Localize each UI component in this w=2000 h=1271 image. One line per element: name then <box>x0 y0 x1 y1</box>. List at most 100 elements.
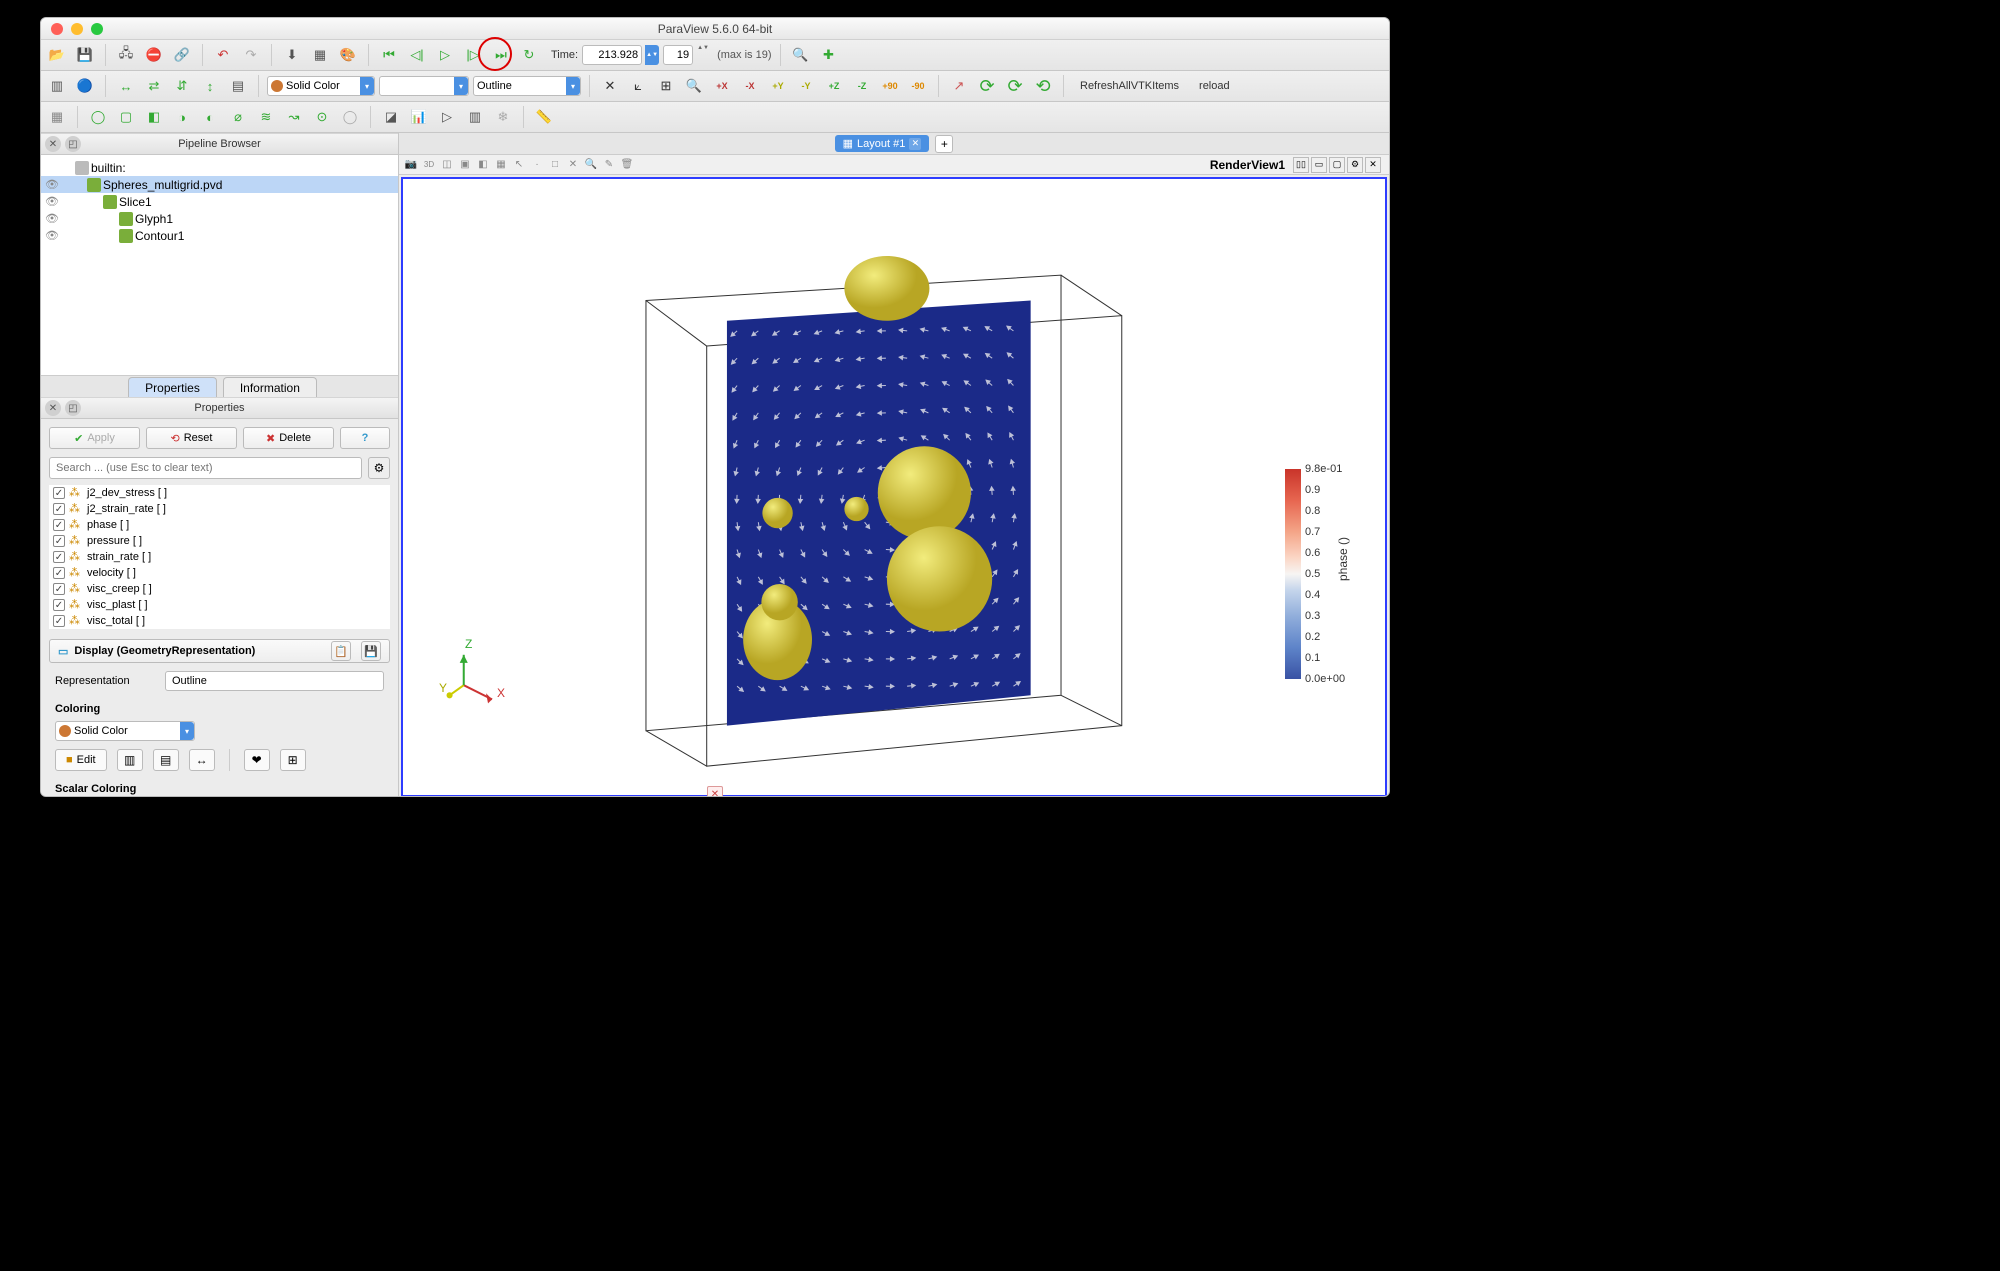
close-tab-icon[interactable]: ✕ <box>909 138 921 150</box>
tab-information[interactable]: Information <box>223 377 317 398</box>
step-back-icon[interactable]: ◁| <box>405 43 429 67</box>
auto-apply-icon[interactable]: ⬇ <box>280 43 304 67</box>
rescale-range-icon[interactable]: ↔ <box>114 74 138 98</box>
time-step-input[interactable] <box>663 45 693 65</box>
eye-icon[interactable]: 👁 <box>45 229 59 243</box>
variable-checkbox[interactable]: ✓ <box>53 599 65 611</box>
help-button[interactable]: ? <box>340 427 390 449</box>
delete-button[interactable]: ✖Delete <box>243 427 334 449</box>
split-v-icon[interactable]: ▭ <box>1311 157 1327 173</box>
coloring-select[interactable]: Solid Color ▾ <box>55 721 195 741</box>
save-state-icon[interactable]: 💾 <box>73 43 97 67</box>
variable-checkbox[interactable]: ✓ <box>53 487 65 499</box>
zoom-extents-icon[interactable]: 🔍 <box>682 74 706 98</box>
colorbar-vis-icon[interactable]: ▥ <box>45 74 69 98</box>
gear-icon[interactable]: ⚙ <box>368 457 390 479</box>
bottom-close-icon[interactable]: ✕ <box>707 786 723 797</box>
snowflake-icon[interactable]: ❄ <box>491 105 515 129</box>
variable-checkbox[interactable]: ✓ <box>53 535 65 547</box>
rescale-custom-icon[interactable]: ⇄ <box>142 74 166 98</box>
loop-icon[interactable]: ↻ <box>517 43 541 67</box>
chart-icon[interactable]: 📊 <box>407 105 431 129</box>
edit-colormap-icon[interactable]: 🔵 <box>73 74 97 98</box>
reload-ccw-icon[interactable]: ⟲ <box>1031 74 1055 98</box>
source-box-icon[interactable]: ▢ <box>114 105 138 129</box>
grid-icon[interactable]: ⊞ <box>654 74 678 98</box>
add-source-icon[interactable]: ✚ <box>817 43 841 67</box>
reload-button[interactable]: reload <box>1191 75 1238 97</box>
first-frame-icon[interactable]: ⏮ <box>377 43 401 67</box>
save-settings-icon[interactable]: 💾 <box>361 641 381 661</box>
python-icon[interactable]: ▷ <box>435 105 459 129</box>
glyph-icon[interactable]: ≋ <box>254 105 278 129</box>
hover-cells-icon[interactable]: □ <box>547 157 563 173</box>
probe-icon[interactable]: ✎ <box>601 157 617 173</box>
extract-icon[interactable]: ◯ <box>338 105 362 129</box>
pipeline-item[interactable]: 👁 Glyph1 <box>41 210 398 227</box>
eye-icon[interactable]: 👁 <box>45 178 59 192</box>
view-settings-icon[interactable]: ⚙ <box>1347 157 1363 173</box>
undo-icon[interactable]: ↶ <box>211 43 235 67</box>
clip-icon[interactable]: ◐ <box>198 105 222 129</box>
camera-link-icon[interactable]: ↗ <box>947 74 971 98</box>
camera-icon[interactable]: 📷 <box>403 157 419 173</box>
select-cells-icon[interactable]: ▣ <box>457 157 473 173</box>
link-icon[interactable]: 🔗 <box>170 43 194 67</box>
histogram-icon[interactable]: ▥ <box>463 105 487 129</box>
plus-y-button[interactable]: +Y <box>766 74 790 98</box>
render-view[interactable]: X Y Z 9.8e-010.90.80.70.60.50.40.30.20.1… <box>401 177 1387 797</box>
edit-colormap-button[interactable]: ▤ <box>153 749 179 771</box>
open-file-icon[interactable]: 📂 <box>45 43 69 67</box>
variable-checkbox[interactable]: ✓ <box>53 615 65 627</box>
variable-checkbox[interactable]: ✓ <box>53 503 65 515</box>
interactive-select-icon[interactable]: ↖ <box>511 157 527 173</box>
rotate-minus90-button[interactable]: -90 <box>906 74 930 98</box>
split-h-icon[interactable]: ▯▯ <box>1293 157 1309 173</box>
time-spinner-icon[interactable]: ▲▼ <box>645 45 659 65</box>
tab-properties[interactable]: Properties <box>128 377 217 398</box>
threshold-icon[interactable]: ◧ <box>142 105 166 129</box>
rescale-colormap-button[interactable]: ↔ <box>189 749 215 771</box>
rotate-plus90-button[interactable]: +90 <box>878 74 902 98</box>
clear-selection-icon[interactable]: ✕ <box>565 157 581 173</box>
color-by-combo[interactable]: Solid Color ▾ <box>267 76 375 96</box>
zoom-box-icon[interactable]: 🔍 <box>583 157 599 173</box>
pipeline-item[interactable]: 👁 Slice1 <box>41 193 398 210</box>
3d-icon[interactable]: 3D <box>421 157 437 173</box>
separate-colormap-button[interactable]: ❤ <box>244 749 270 771</box>
display-section-header[interactable]: ▭ Display (GeometryRepresentation) 📋 💾 <box>49 639 390 663</box>
disconnect-icon[interactable]: ⛔ <box>142 43 166 67</box>
variable-checkbox[interactable]: ✓ <box>53 519 65 531</box>
select-frustum-icon[interactable]: ◧ <box>475 157 491 173</box>
ruler-icon[interactable]: 📏 <box>532 105 556 129</box>
choose-preset-button[interactable]: ⊞ <box>280 749 306 771</box>
hover-points-icon[interactable]: · <box>529 157 545 173</box>
maximize-view-icon[interactable]: ▢ <box>1329 157 1345 173</box>
step-forward-icon[interactable]: |▷ <box>461 43 485 67</box>
show-colorbar-button[interactable]: ▥ <box>117 749 143 771</box>
add-layout-button[interactable]: + <box>935 135 953 153</box>
cross-icon[interactable]: ✕ <box>598 74 622 98</box>
slice-icon[interactable]: ⌀ <box>226 105 250 129</box>
select-points-icon[interactable]: ◫ <box>439 157 455 173</box>
pipeline-root[interactable]: builtin: <box>41 159 398 176</box>
preset-icon[interactable]: ▤ <box>226 74 250 98</box>
component-combo[interactable]: ▾ <box>379 76 469 96</box>
rescale-visible-icon[interactable]: ⇵ <box>170 74 194 98</box>
eye-icon[interactable]: 👁 <box>45 212 59 226</box>
close-view-icon[interactable]: ✕ <box>1365 157 1381 173</box>
redo-icon[interactable]: ↷ <box>239 43 263 67</box>
variable-checkbox[interactable]: ✓ <box>53 567 65 579</box>
search-input[interactable] <box>49 457 362 479</box>
streamline-icon[interactable]: ↝ <box>282 105 306 129</box>
layout-tab[interactable]: ▦ Layout #1 ✕ <box>835 135 930 152</box>
contour-icon[interactable]: ◑ <box>170 105 194 129</box>
play-icon[interactable]: ▷ <box>433 43 457 67</box>
apply-icon[interactable]: ▦ <box>308 43 332 67</box>
reload-cw2-icon[interactable]: ⟳ <box>1003 74 1027 98</box>
palette-icon[interactable]: 🎨 <box>336 43 360 67</box>
reset-button[interactable]: ⟲Reset <box>146 427 237 449</box>
plus-z-button[interactable]: +Z <box>822 74 846 98</box>
plus-x-button[interactable]: +X <box>710 74 734 98</box>
copy-settings-icon[interactable]: 📋 <box>331 641 351 661</box>
